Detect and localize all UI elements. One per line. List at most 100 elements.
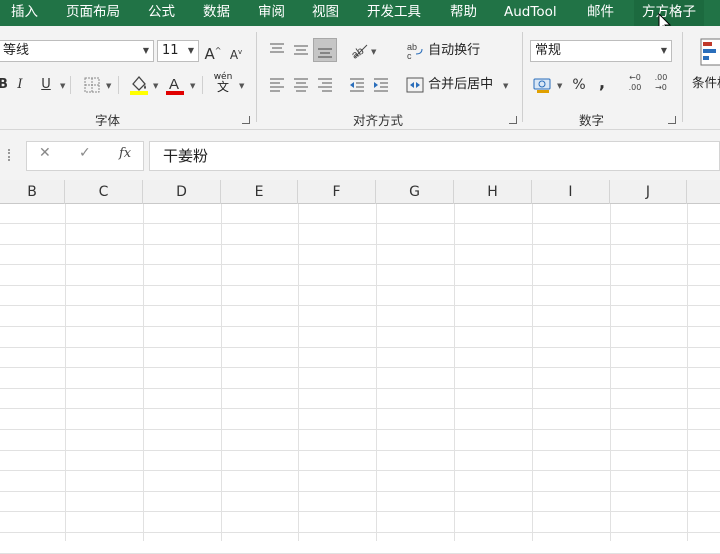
accounting-format-icon[interactable]	[533, 76, 553, 94]
tab-developer[interactable]: 开发工具	[367, 0, 421, 26]
number-dialog-launcher-icon[interactable]	[668, 116, 676, 124]
number-format-combo[interactable]: 常规 ▼	[530, 40, 672, 62]
svg-text:ab: ab	[349, 45, 366, 60]
chevron-down-icon: ▼	[187, 46, 194, 55]
grid-column-line	[532, 204, 533, 541]
shrink-font-button[interactable]: Av	[228, 41, 244, 63]
align-bottom-button[interactable]	[313, 38, 337, 62]
grid-row[interactable]	[0, 534, 720, 554]
italic-button[interactable]: I	[13, 74, 27, 96]
orientation-icon[interactable]: ab	[349, 40, 369, 60]
chevron-down-icon: ▼	[660, 46, 667, 55]
insert-function-icon[interactable]: fx	[119, 146, 131, 161]
tab-insert[interactable]: 插入	[11, 0, 38, 26]
chevron-down-icon[interactable]: ▼	[153, 82, 158, 90]
chevron-down-icon[interactable]: ▼	[106, 82, 111, 90]
grid-row[interactable]	[0, 266, 720, 286]
grid-row[interactable]	[0, 328, 720, 348]
bold-button[interactable]: B	[0, 74, 10, 96]
alignment-dialog-launcher-icon[interactable]	[509, 116, 517, 124]
wrap-text-icon: ab c	[407, 42, 423, 61]
conditional-format-label[interactable]: 条件格	[692, 72, 720, 91]
ribbon-tab-bar: 插入 页面布局 公式 数据 审阅 视图 开发工具 帮助 AudTool 邮件 方…	[0, 0, 720, 34]
column-header[interactable]: I	[532, 180, 610, 204]
grid-row[interactable]	[0, 513, 720, 533]
chevron-down-icon[interactable]: ▼	[503, 82, 508, 90]
align-top-icon[interactable]	[268, 42, 286, 58]
grid-row[interactable]	[0, 389, 720, 410]
column-header[interactable]: B	[0, 180, 65, 204]
svg-text:c: c	[407, 51, 412, 60]
conditional-format-icon[interactable]	[700, 38, 720, 66]
font-color-icon[interactable]: A	[165, 74, 185, 96]
chevron-down-icon[interactable]: ▼	[239, 82, 244, 90]
chevron-down-icon[interactable]: ▼	[371, 48, 376, 56]
column-header[interactable]: J	[610, 180, 687, 204]
align-left-icon[interactable]	[268, 77, 286, 93]
column-header[interactable]: E	[221, 180, 298, 204]
chevron-down-icon[interactable]: ▼	[60, 82, 65, 90]
align-center-icon[interactable]	[292, 77, 310, 93]
formula-buttons: ✕ ✓ fx	[26, 141, 144, 171]
grow-font-button[interactable]: A^	[204, 40, 222, 63]
grid-column-line	[610, 204, 611, 541]
align-right-icon[interactable]	[316, 77, 334, 93]
column-header[interactable]: C	[65, 180, 143, 204]
tab-view[interactable]: 视图	[312, 0, 339, 26]
divider	[118, 76, 119, 94]
font-name-value: 等线	[3, 43, 30, 58]
group-separator	[256, 32, 257, 122]
increase-decimal-button[interactable]: ←0 .00	[624, 73, 646, 93]
grid-row[interactable]	[0, 286, 720, 307]
font-dialog-launcher-icon[interactable]	[242, 116, 250, 124]
divider	[70, 76, 71, 94]
grid-row[interactable]	[0, 225, 720, 245]
borders-icon[interactable]	[84, 77, 100, 93]
grid-row[interactable]	[0, 472, 720, 492]
column-header[interactable]: G	[376, 180, 454, 204]
column-header[interactable]: D	[143, 180, 221, 204]
underline-button[interactable]: U	[38, 74, 54, 96]
align-middle-icon[interactable]	[292, 42, 310, 58]
grid-row[interactable]	[0, 451, 720, 472]
grid-row[interactable]	[0, 204, 720, 224]
resize-handle[interactable]	[8, 149, 10, 161]
column-header[interactable]: F	[298, 180, 376, 204]
grid-row[interactable]	[0, 245, 720, 266]
grid-row[interactable]	[0, 348, 720, 369]
font-size-combo[interactable]: 11 ▼	[157, 40, 199, 62]
tab-page-layout[interactable]: 页面布局	[66, 0, 120, 26]
merge-center-button[interactable]: 合并后居中	[406, 74, 493, 96]
enter-icon[interactable]: ✓	[79, 145, 91, 161]
font-name-combo[interactable]: 等线 ▼	[0, 40, 154, 62]
phonetic-guide-button[interactable]: wén 文	[212, 72, 234, 93]
grid-row[interactable]	[0, 369, 720, 389]
chevron-down-icon[interactable]: ▼	[190, 82, 195, 90]
tab-formulas[interactable]: 公式	[148, 0, 175, 26]
grid-row[interactable]	[0, 410, 720, 430]
comma-style-button[interactable]: ,	[596, 72, 608, 94]
wrap-text-button[interactable]: ab c 自动换行	[406, 40, 480, 62]
tab-data[interactable]: 数据	[203, 0, 230, 26]
grid-row[interactable]	[0, 431, 720, 451]
tab-review[interactable]: 审阅	[258, 0, 285, 26]
column-header[interactable]	[687, 180, 720, 204]
formula-input[interactable]: 干姜粉	[149, 141, 720, 171]
tab-audtool[interactable]: AudTool	[504, 0, 557, 26]
worksheet-grid[interactable]	[0, 204, 720, 554]
column-header[interactable]: H	[454, 180, 532, 204]
merge-center-icon	[406, 77, 424, 92]
grid-column-line	[221, 204, 222, 541]
cancel-icon[interactable]: ✕	[39, 145, 51, 161]
decrease-indent-icon[interactable]	[348, 77, 366, 93]
number-group-label: 数字	[579, 113, 605, 128]
chevron-down-icon[interactable]: ▼	[557, 82, 562, 90]
decrease-decimal-button[interactable]: .00 →0	[650, 73, 672, 93]
fill-color-icon[interactable]	[129, 74, 149, 96]
grid-row[interactable]	[0, 492, 720, 513]
tab-help[interactable]: 帮助	[450, 0, 477, 26]
increase-indent-icon[interactable]	[372, 77, 390, 93]
tab-mail[interactable]: 邮件	[587, 0, 614, 26]
percent-style-button[interactable]: %	[570, 74, 588, 96]
grid-row[interactable]	[0, 307, 720, 327]
